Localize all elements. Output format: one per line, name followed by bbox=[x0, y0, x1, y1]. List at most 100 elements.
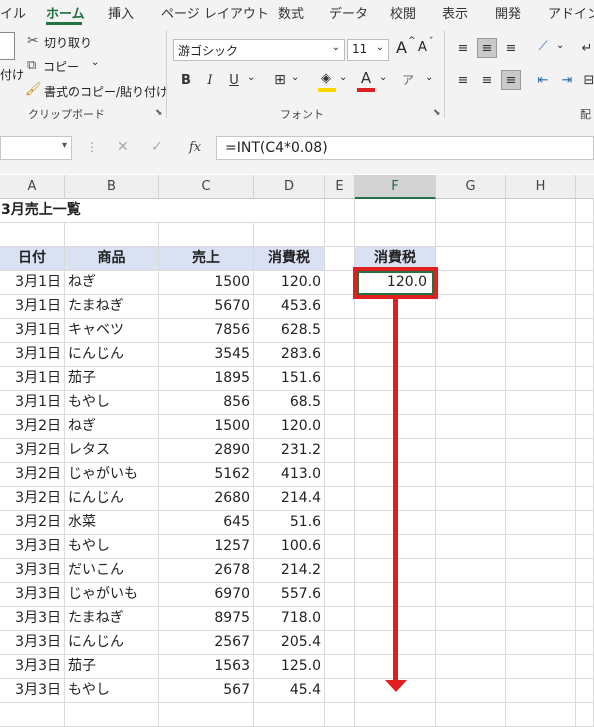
copy-dropdown-chevron-icon[interactable]: ⌄ bbox=[91, 57, 99, 68]
cell[interactable] bbox=[506, 631, 576, 655]
cell[interactable] bbox=[576, 199, 594, 223]
date-cell[interactable]: 3月1日 bbox=[0, 295, 65, 319]
name-box[interactable]: ▾ bbox=[0, 136, 72, 160]
cell[interactable] bbox=[576, 535, 594, 559]
cell[interactable] bbox=[576, 319, 594, 343]
date-cell[interactable]: 3月1日 bbox=[0, 319, 65, 343]
date-cell[interactable]: 3月2日 bbox=[0, 415, 65, 439]
cell[interactable] bbox=[576, 487, 594, 511]
cell[interactable] bbox=[325, 535, 355, 559]
date-cell[interactable]: 3月3日 bbox=[0, 679, 65, 703]
cell[interactable] bbox=[159, 223, 254, 247]
sales-cell[interactable]: 2890 bbox=[159, 439, 254, 463]
cell[interactable] bbox=[436, 463, 506, 487]
sales-cell[interactable]: 645 bbox=[159, 511, 254, 535]
cell[interactable] bbox=[325, 463, 355, 487]
column-header-d[interactable]: D bbox=[254, 175, 325, 199]
cell[interactable] bbox=[506, 655, 576, 679]
phonetic-dropdown-chevron-icon[interactable]: ⌄ bbox=[425, 72, 433, 83]
sales-cell[interactable]: 7856 bbox=[159, 319, 254, 343]
product-cell[interactable]: ねぎ bbox=[65, 271, 159, 295]
tab-insert[interactable]: 挿入 bbox=[108, 3, 134, 22]
date-cell[interactable]: 3月2日 bbox=[0, 487, 65, 511]
cell[interactable] bbox=[576, 583, 594, 607]
enter-icon[interactable]: ✓ bbox=[151, 139, 163, 155]
cell[interactable] bbox=[436, 223, 506, 247]
cell[interactable] bbox=[65, 223, 159, 247]
cell[interactable] bbox=[576, 655, 594, 679]
tab-developer[interactable]: 開発 bbox=[495, 3, 521, 22]
product-cell[interactable]: じゃがいも bbox=[65, 463, 159, 487]
tax-cell[interactable]: 453.6 bbox=[254, 295, 325, 319]
date-cell[interactable]: 3月3日 bbox=[0, 607, 65, 631]
cell[interactable] bbox=[254, 199, 325, 223]
cell[interactable] bbox=[506, 343, 576, 367]
cell[interactable] bbox=[325, 415, 355, 439]
borders-icon[interactable]: ⊞ bbox=[270, 70, 290, 90]
phonetic-guide-icon[interactable]: ア bbox=[402, 71, 414, 88]
tax-cell[interactable]: 718.0 bbox=[254, 607, 325, 631]
tab-data[interactable]: データ bbox=[329, 3, 368, 22]
cell[interactable] bbox=[325, 295, 355, 319]
cell[interactable] bbox=[506, 607, 576, 631]
cell[interactable] bbox=[436, 487, 506, 511]
tax-cell[interactable]: 628.5 bbox=[254, 319, 325, 343]
date-cell[interactable]: 3月1日 bbox=[0, 271, 65, 295]
sales-cell[interactable]: 8975 bbox=[159, 607, 254, 631]
cell[interactable] bbox=[325, 703, 355, 727]
tax-cell[interactable]: 68.5 bbox=[254, 391, 325, 415]
tax-cell[interactable]: 205.4 bbox=[254, 631, 325, 655]
decrease-indent-icon[interactable]: ⇤ bbox=[533, 70, 553, 90]
sales-cell[interactable]: 1257 bbox=[159, 535, 254, 559]
column-header-b[interactable]: B bbox=[65, 175, 159, 199]
tax-cell[interactable]: 413.0 bbox=[254, 463, 325, 487]
cell[interactable] bbox=[576, 559, 594, 583]
cell[interactable] bbox=[506, 415, 576, 439]
cell[interactable] bbox=[576, 631, 594, 655]
cell[interactable] bbox=[436, 295, 506, 319]
cell[interactable] bbox=[436, 343, 506, 367]
product-cell[interactable]: レタス bbox=[65, 439, 159, 463]
product-cell[interactable]: にんじん bbox=[65, 487, 159, 511]
cell[interactable] bbox=[506, 463, 576, 487]
cell[interactable] bbox=[436, 535, 506, 559]
sales-cell[interactable]: 1500 bbox=[159, 415, 254, 439]
align-right-icon[interactable]: ≡ bbox=[501, 70, 521, 90]
cell[interactable] bbox=[436, 679, 506, 703]
font-color-dropdown-chevron-icon[interactable]: ⌄ bbox=[379, 72, 387, 83]
wrap-text-icon[interactable]: ↵ bbox=[577, 38, 594, 58]
cell[interactable] bbox=[506, 487, 576, 511]
tax-cell[interactable]: 120.0 bbox=[254, 415, 325, 439]
cancel-icon[interactable]: ✕ bbox=[117, 139, 129, 155]
product-cell[interactable]: たまねぎ bbox=[65, 295, 159, 319]
cell[interactable] bbox=[159, 703, 254, 727]
cell[interactable] bbox=[325, 631, 355, 655]
cell[interactable] bbox=[65, 703, 159, 727]
align-left-icon[interactable]: ≡ bbox=[453, 70, 473, 90]
tab-formulas[interactable]: 数式 bbox=[278, 3, 304, 22]
sales-cell[interactable]: 856 bbox=[159, 391, 254, 415]
tax-cell[interactable]: 231.2 bbox=[254, 439, 325, 463]
header-cell-date[interactable]: 日付 bbox=[0, 247, 65, 271]
tab-home[interactable]: ホーム bbox=[46, 3, 85, 22]
tax-cell[interactable]: 120.0 bbox=[254, 271, 325, 295]
date-cell[interactable]: 3月1日 bbox=[0, 343, 65, 367]
cell[interactable] bbox=[506, 295, 576, 319]
cell[interactable] bbox=[576, 463, 594, 487]
merge-center-icon[interactable]: ⊟ bbox=[579, 70, 594, 90]
date-cell[interactable]: 3月1日 bbox=[0, 391, 65, 415]
cell[interactable] bbox=[576, 391, 594, 415]
decrease-font-size-button[interactable]: A bbox=[418, 40, 427, 55]
cell[interactable] bbox=[506, 199, 576, 223]
cell[interactable] bbox=[325, 679, 355, 703]
cell[interactable] bbox=[576, 247, 594, 271]
cell[interactable] bbox=[506, 559, 576, 583]
cell[interactable] bbox=[576, 295, 594, 319]
cell[interactable] bbox=[325, 367, 355, 391]
cell[interactable] bbox=[325, 223, 355, 247]
cell[interactable] bbox=[436, 583, 506, 607]
column-header-i[interactable] bbox=[576, 175, 594, 199]
sales-cell[interactable]: 1500 bbox=[159, 271, 254, 295]
sales-cell[interactable]: 1563 bbox=[159, 655, 254, 679]
cell[interactable] bbox=[576, 511, 594, 535]
